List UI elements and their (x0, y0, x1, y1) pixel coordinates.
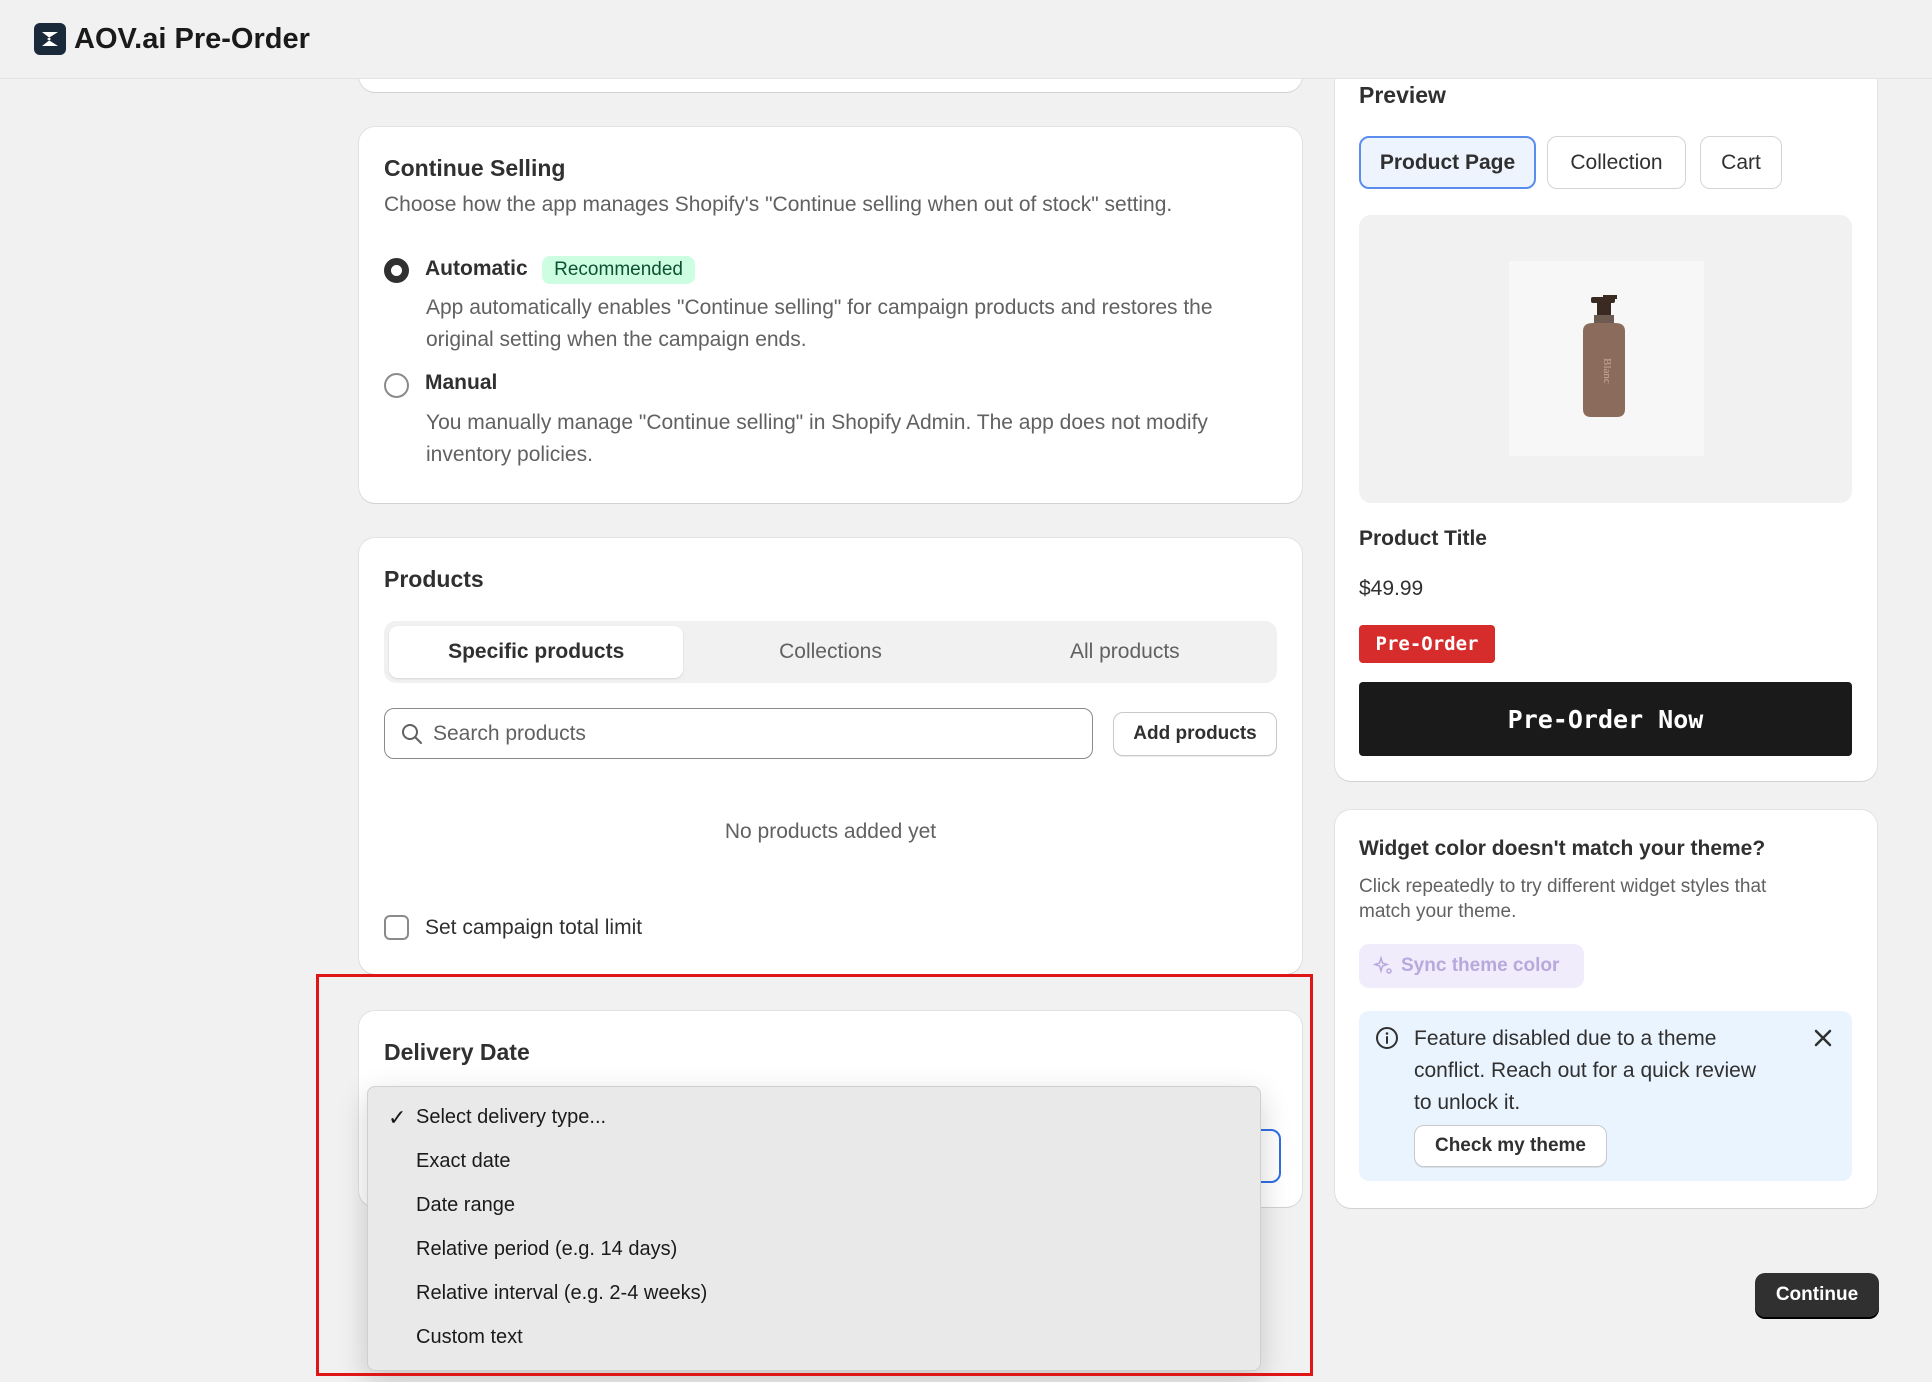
dropdown-option-date-range[interactable]: Date range (368, 1183, 1260, 1227)
radio-description-line: original setting when the campaign ends. (426, 328, 807, 351)
description-line: Click repeatedly to try different widget… (1359, 876, 1767, 897)
campaign-limit-row[interactable]: Set campaign total limit (384, 915, 642, 940)
tab-collections[interactable]: Collections (683, 626, 977, 678)
search-input[interactable] (433, 721, 1073, 746)
banner-line: Feature disabled due to a theme (1414, 1027, 1717, 1050)
radio-description-line: You manually manage "Continue selling" i… (426, 411, 1208, 434)
add-products-button[interactable]: Add products (1113, 712, 1277, 756)
sparkle-icon (1373, 956, 1392, 974)
radio-manual[interactable]: Manual (384, 371, 497, 398)
dropdown-option-relative-period[interactable]: Relative period (e.g. 14 days) (368, 1227, 1260, 1271)
card-title: Products (384, 566, 484, 592)
theme-conflict-banner: Feature disabled due to a theme conflict… (1359, 1011, 1852, 1181)
tab-collection[interactable]: Collection (1547, 136, 1686, 189)
radio-label: Manual (425, 371, 498, 394)
preview-title: Preview (1359, 82, 1446, 108)
checkmark-icon: ✓ (388, 1105, 407, 1130)
app-title: AOV.ai Pre-Order (74, 22, 310, 55)
continue-button[interactable]: Continue (1755, 1273, 1879, 1317)
tab-all-products[interactable]: All products (978, 626, 1272, 678)
option-label: Select delivery type... (416, 1105, 607, 1128)
app-logo-icon (34, 23, 66, 55)
banner-line: conflict. Reach out for a quick review (1414, 1059, 1756, 1082)
tab-specific-products[interactable]: Specific products (389, 626, 684, 678)
products-card: Products Specific products Collections A… (359, 538, 1302, 974)
product-price: $49.99 (1359, 577, 1424, 600)
campaign-limit-checkbox[interactable] (384, 915, 409, 940)
dropdown-option-relative-interval[interactable]: Relative interval (e.g. 2-4 weeks) (368, 1271, 1260, 1315)
info-icon (1376, 1027, 1398, 1049)
pre-order-now-button[interactable]: Pre-Order Now (1359, 682, 1852, 756)
search-icon (402, 723, 422, 744)
sync-theme-color-button[interactable]: Sync theme color (1359, 944, 1584, 988)
dropdown-option-exact-date[interactable]: Exact date (368, 1139, 1260, 1183)
tab-product-page[interactable]: Product Page (1359, 136, 1536, 189)
product-title: Product Title (1359, 527, 1487, 550)
radio-label: Automatic (425, 257, 528, 280)
product-image-area: Blanc (1359, 215, 1852, 503)
recommended-badge: Recommended (542, 256, 695, 284)
tab-cart[interactable]: Cart (1700, 136, 1782, 189)
description-line: match your theme. (1359, 901, 1517, 922)
banner-line: to unlock it. (1414, 1091, 1521, 1114)
dropdown-option-select[interactable]: ✓ Select delivery type... (368, 1095, 1260, 1139)
bottle-label: Blanc (1601, 358, 1613, 384)
widget-color-title: Widget color doesn't match your theme? (1359, 837, 1766, 860)
radio-description-line: App automatically enables "Continue sell… (426, 296, 1213, 319)
radio-button[interactable] (384, 373, 409, 398)
radio-button[interactable] (384, 258, 409, 283)
banner-message: Feature disabled due to a theme conflict… (1414, 1023, 1756, 1119)
product-bottle-icon: Blanc (1583, 295, 1625, 417)
app-header: AOV.ai Pre-Order (0, 0, 1932, 79)
radio-description: You manually manage "Continue selling" i… (426, 407, 1208, 471)
delivery-type-dropdown: ✓ Select delivery type... Exact date Dat… (367, 1086, 1261, 1371)
radio-description-line: inventory policies. (426, 443, 593, 466)
campaign-limit-label: Set campaign total limit (425, 915, 643, 939)
card-title: Delivery Date (384, 1039, 530, 1065)
check-my-theme-button[interactable]: Check my theme (1414, 1125, 1607, 1167)
product-image: Blanc (1509, 261, 1704, 456)
continue-selling-card: Continue Selling Choose how the app mana… (359, 127, 1302, 503)
sync-button-label: Sync theme color (1401, 955, 1560, 976)
widget-color-description: Click repeatedly to try different widget… (1359, 874, 1766, 924)
card-title: Continue Selling (384, 155, 566, 181)
empty-state-text: No products added yet (724, 820, 937, 843)
radio-automatic[interactable]: Automatic Recommended (384, 256, 695, 284)
card-description: Choose how the app manages Shopify's "Co… (384, 193, 1173, 216)
radio-description: App automatically enables "Continue sell… (426, 292, 1213, 356)
dropdown-option-custom-text[interactable]: Custom text (368, 1315, 1260, 1359)
search-field[interactable] (384, 708, 1093, 759)
close-icon[interactable] (1813, 1028, 1833, 1048)
pre-order-badge: Pre-Order (1359, 625, 1495, 663)
product-scope-tabs: Specific products Collections All produc… (384, 621, 1277, 683)
